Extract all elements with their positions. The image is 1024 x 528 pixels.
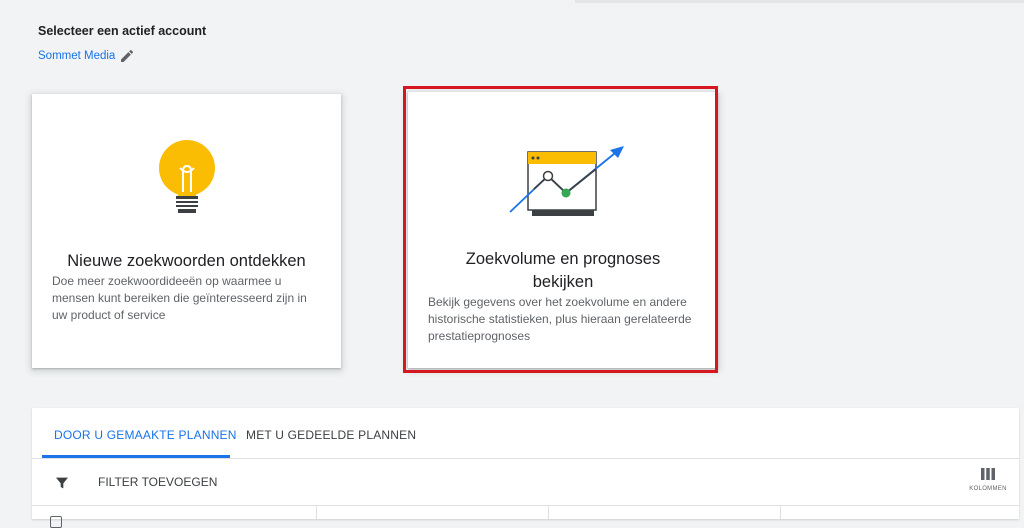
tab-own-plans[interactable]: DOOR U GEMAAKTE PLANNEN bbox=[54, 428, 237, 442]
active-account-link[interactable]: Sommet Media bbox=[38, 48, 135, 64]
filter-row: FILTER TOEVOEGEN KOLOMMEN bbox=[32, 459, 1019, 506]
add-filter-button[interactable]: FILTER TOEVOEGEN bbox=[98, 475, 217, 489]
account-heading: Selecteer een actief account bbox=[38, 24, 207, 38]
discover-card-description: Doe meer zoekwoordideeën op waarmee u me… bbox=[52, 274, 307, 322]
plans-tabs: DOOR U GEMAAKTE PLANNEN MET U GEDEELDE P… bbox=[32, 408, 1019, 459]
columns-icon bbox=[980, 467, 996, 481]
filter-icon[interactable] bbox=[54, 475, 70, 491]
account-name[interactable]: Sommet Media bbox=[38, 50, 115, 62]
columns-button[interactable]: KOLOMMEN bbox=[961, 467, 1015, 501]
trend-chart-icon bbox=[508, 144, 626, 218]
discover-card-title: Nieuwe zoekwoorden ontdekken bbox=[67, 252, 306, 270]
lightbulb-icon bbox=[156, 138, 218, 218]
forecast-card-description: Bekijk gegevens over het zoekvolume en a… bbox=[428, 295, 692, 343]
active-tab-indicator bbox=[42, 455, 230, 458]
top-strip bbox=[575, 0, 1024, 3]
column-divider bbox=[780, 506, 781, 519]
plans-panel: DOOR U GEMAAKTE PLANNEN MET U GEDEELDE P… bbox=[32, 408, 1019, 528]
column-divider bbox=[548, 506, 549, 519]
search-volume-forecast-card[interactable]: Zoekvolume en prognoses bekijken Bekijk … bbox=[408, 92, 718, 368]
column-divider bbox=[316, 506, 317, 519]
tab-shared-plans[interactable]: MET U GEDEELDE PLANNEN bbox=[246, 428, 416, 442]
discover-keywords-card[interactable]: Nieuwe zoekwoorden ontdekken Doe meer zo… bbox=[32, 94, 341, 368]
columns-label: KOLOMMEN bbox=[969, 486, 1007, 492]
table-header bbox=[32, 506, 1019, 528]
forecast-card-title: Zoekvolume en prognoses bekijken bbox=[465, 250, 661, 291]
select-all-checkbox[interactable] bbox=[50, 516, 62, 528]
pencil-icon[interactable] bbox=[119, 48, 135, 64]
